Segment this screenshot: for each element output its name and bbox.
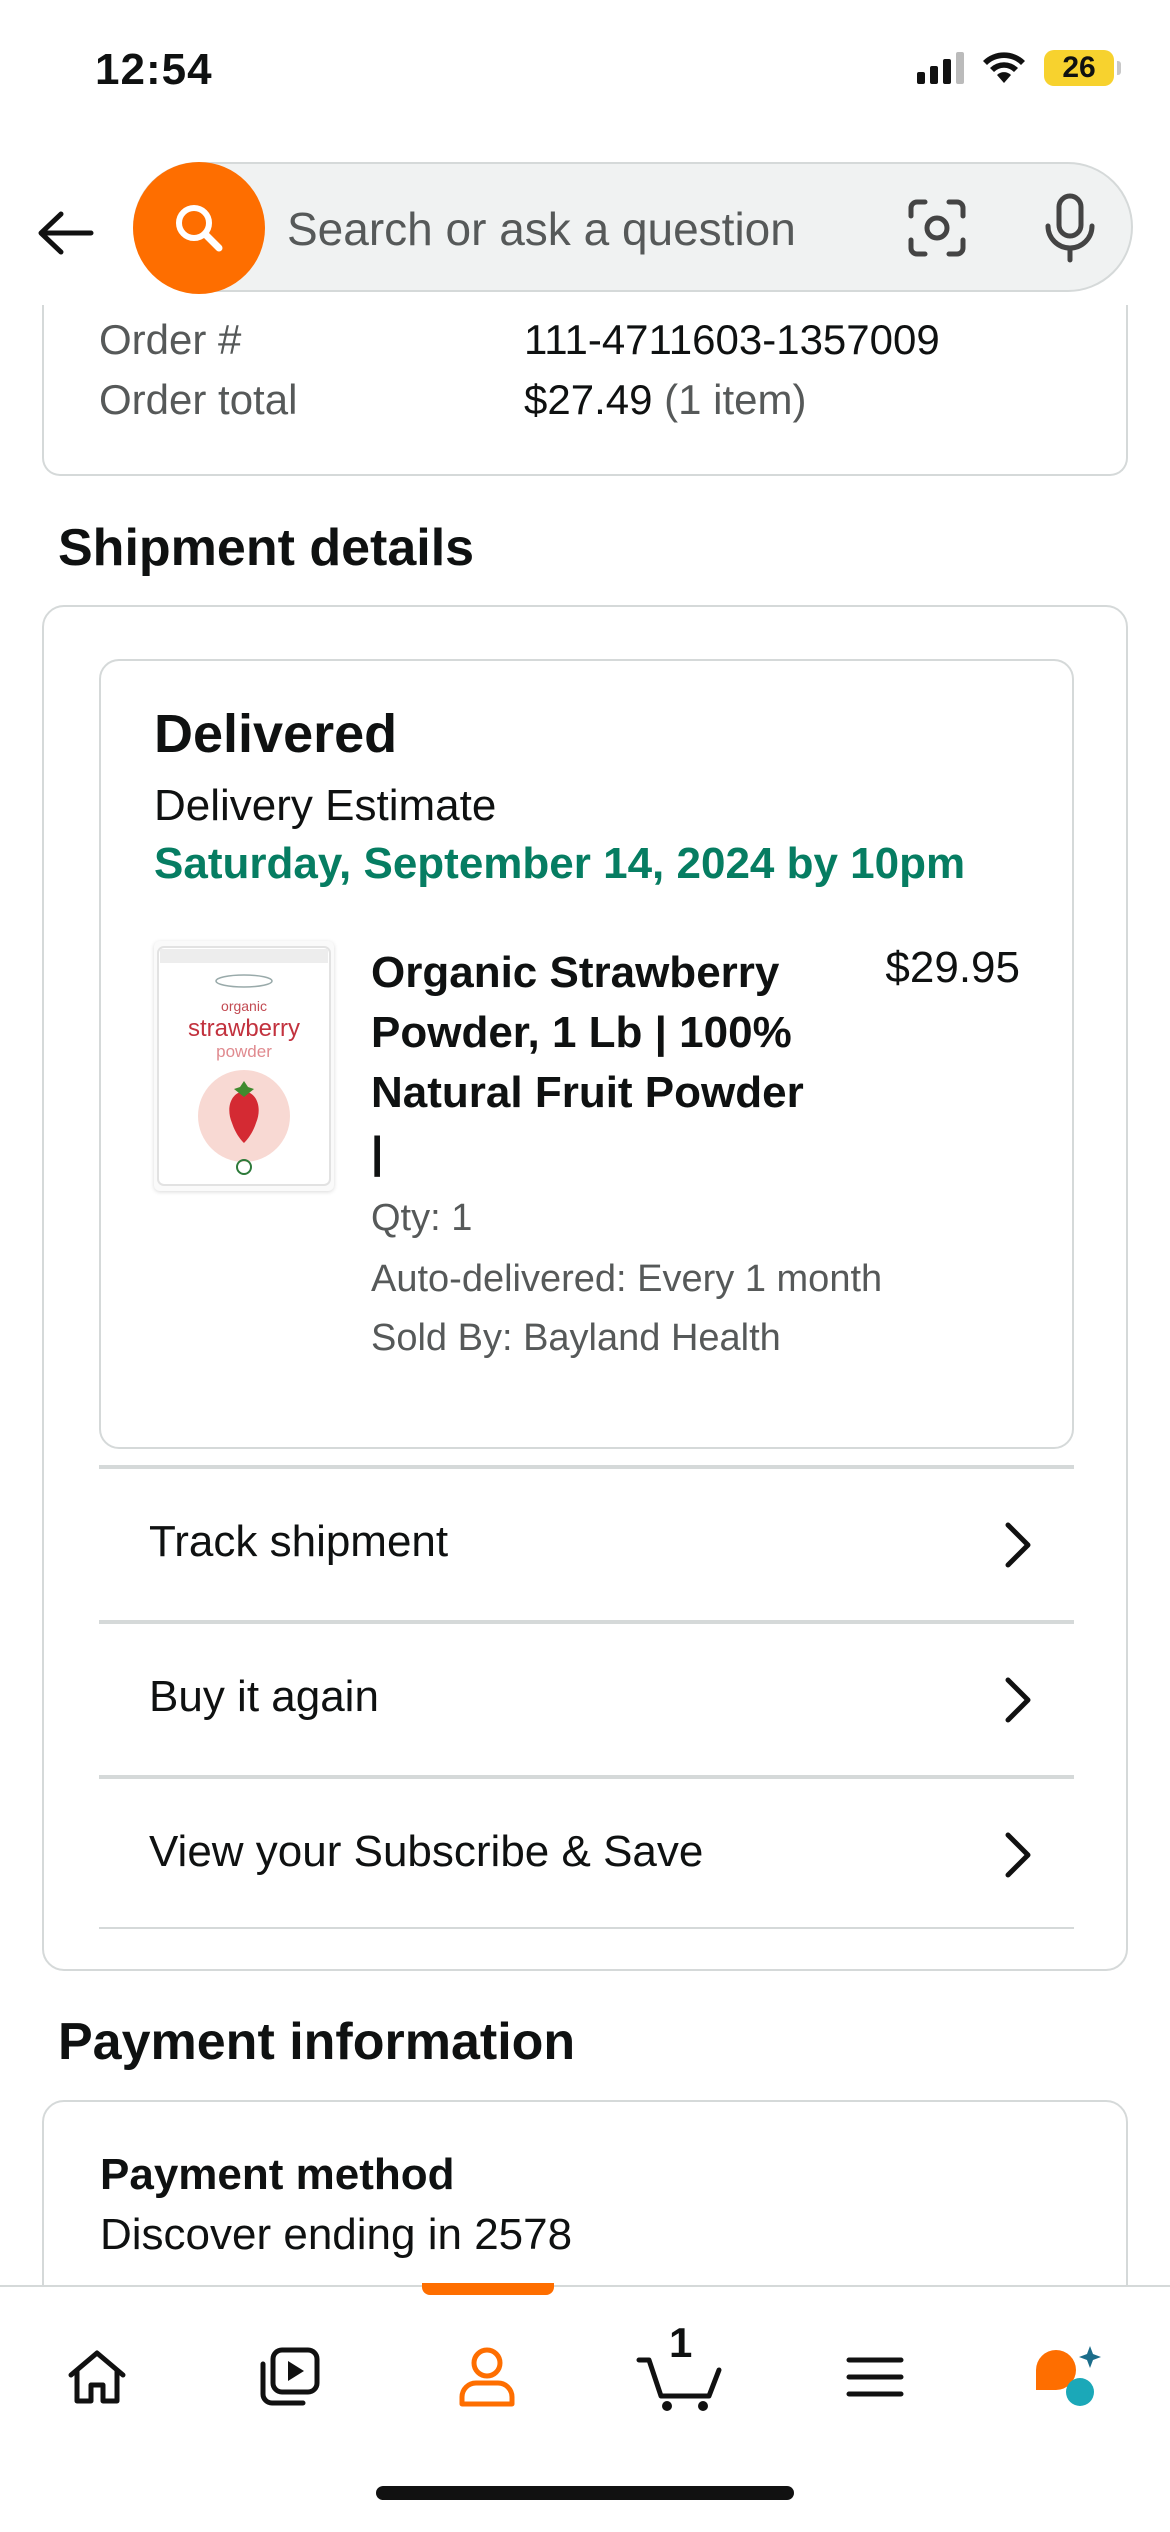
active-tab-indicator xyxy=(422,2283,554,2295)
buy-again-row[interactable]: Buy it again xyxy=(99,1620,1074,1772)
nav-rufus[interactable] xyxy=(1013,2327,1123,2427)
order-number-value: 111-4711603-1357009 xyxy=(524,316,940,363)
delivery-estimate-date: Saturday, September 14, 2024 by 10pm xyxy=(154,839,966,888)
account-icon xyxy=(459,2347,515,2407)
search-bar[interactable]: Search or ask a question xyxy=(133,162,1133,294)
shipment-details-heading: Shipment details xyxy=(58,519,475,577)
buy-again-label: Buy it again xyxy=(149,1672,379,1721)
strawberry-pouch-icon: organic strawberry powder xyxy=(157,946,331,1186)
product-quantity: Qty: 1 xyxy=(371,1197,473,1239)
order-item-count: (1 item) xyxy=(664,376,807,423)
back-arrow-icon xyxy=(38,211,94,255)
product-title[interactable]: Organic Strawberry Powder, 1 Lb | 100% N… xyxy=(371,943,811,1183)
menu-icon xyxy=(846,2357,904,2397)
chevron-right-icon xyxy=(1005,1522,1031,1568)
nav-cart[interactable]: 1 xyxy=(625,2319,735,2427)
nav-menu[interactable] xyxy=(820,2327,930,2427)
shipment-item-card: Delivered Delivery Estimate Saturday, Se… xyxy=(99,659,1074,1449)
status-icons: 26 xyxy=(917,50,1121,86)
svg-text:organic: organic xyxy=(221,998,267,1014)
order-total: $27.49 (1 item) xyxy=(524,376,807,424)
track-shipment-row[interactable]: Track shipment xyxy=(99,1465,1074,1617)
search-icon xyxy=(176,205,223,252)
product-image[interactable]: organic strawberry powder xyxy=(154,941,334,1191)
microphone-icon[interactable] xyxy=(1040,192,1100,264)
seller-info: Sold By: Bayland Health xyxy=(371,1317,781,1359)
battery-icon: 26 xyxy=(1044,50,1121,86)
home-icon xyxy=(68,2350,126,2404)
home-indicator xyxy=(376,2486,794,2500)
status-bar: 12:54 26 xyxy=(0,0,1170,150)
payment-method-value: Discover ending in 2578 xyxy=(100,2210,573,2259)
order-total-value: $27.49 xyxy=(524,376,653,423)
payment-method-label: Payment method xyxy=(100,2150,455,2199)
camera-icon[interactable] xyxy=(905,196,969,260)
chevron-right-icon xyxy=(1005,1677,1031,1723)
product-price: $29.95 xyxy=(885,943,1020,992)
chevron-right-icon xyxy=(1005,1832,1031,1878)
search-input[interactable]: Search or ask a question xyxy=(287,202,796,256)
subscribe-save-row[interactable]: View your Subscribe & Save xyxy=(99,1775,1074,1927)
video-icon xyxy=(260,2347,320,2406)
payment-info-heading: Payment information xyxy=(58,2013,576,2071)
svg-text:strawberry: strawberry xyxy=(188,1015,300,1042)
subscribe-save-label: View your Subscribe & Save xyxy=(149,1827,704,1876)
svg-text:powder: powder xyxy=(216,1042,272,1061)
nav-home[interactable] xyxy=(42,2327,152,2427)
delivery-status: Delivered xyxy=(154,704,398,764)
status-time: 12:54 xyxy=(95,45,213,94)
wifi-icon xyxy=(983,52,1025,83)
cart-count-badge: 1 xyxy=(669,2319,693,2366)
order-total-label: Order total xyxy=(99,376,298,423)
search-header: Search or ask a question xyxy=(0,150,1170,305)
shipment-card: Delivered Delivery Estimate Saturday, Se… xyxy=(42,605,1128,1971)
rufus-icon xyxy=(1036,2346,1101,2406)
delivery-estimate-label: Delivery Estimate xyxy=(154,781,497,830)
order-number-label: Order # xyxy=(99,316,242,363)
track-shipment-label: Track shipment xyxy=(149,1517,449,1566)
auto-delivery-info: Auto-delivered: Every 1 month xyxy=(371,1258,883,1300)
nav-video[interactable] xyxy=(235,2327,345,2427)
divider xyxy=(99,1927,1074,1929)
search-button[interactable] xyxy=(133,162,265,294)
cellular-signal-icon xyxy=(917,52,964,84)
back-button[interactable] xyxy=(30,198,100,268)
nav-account[interactable] xyxy=(432,2327,542,2427)
